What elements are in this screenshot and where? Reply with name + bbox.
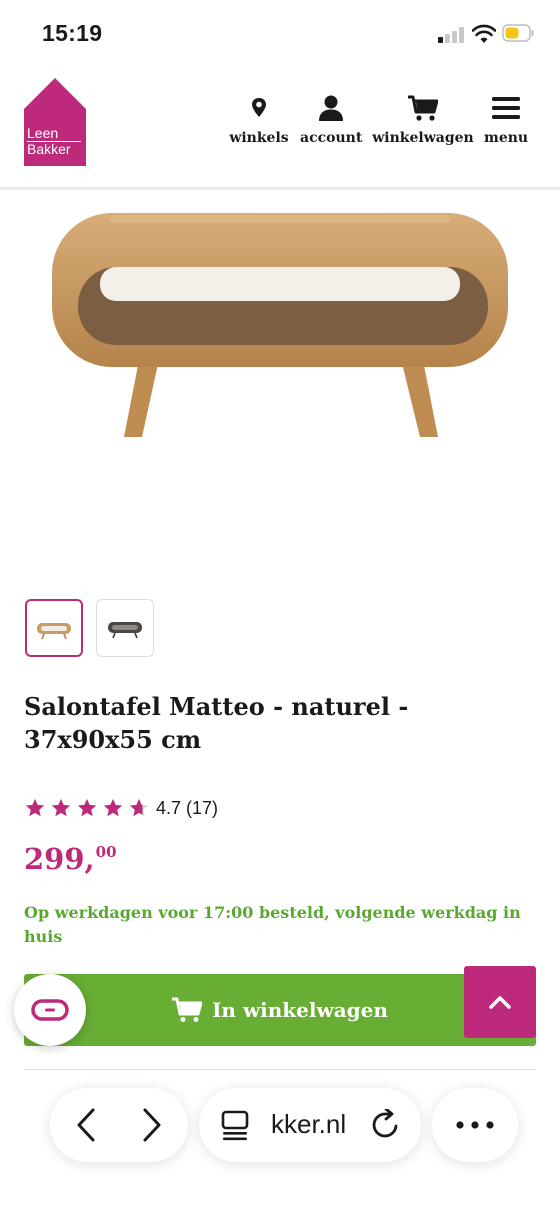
- chevron-left-icon: [77, 1108, 95, 1142]
- chat-widget-button[interactable]: [14, 974, 86, 1046]
- thumbnail-image: [37, 623, 71, 640]
- signal-strength-icon: [438, 27, 466, 43]
- product-price: 299,00: [24, 842, 117, 876]
- chevron-up-icon: [489, 996, 511, 1009]
- chevron-right-icon: [143, 1108, 161, 1142]
- star-icon: [25, 798, 45, 817]
- browser-forward-button[interactable]: [128, 1102, 176, 1148]
- star-icon: [51, 798, 71, 817]
- logo-text-leen: Leen: [27, 125, 59, 141]
- thumbnail-donker[interactable]: [96, 599, 154, 657]
- status-bar: 15:19: [0, 0, 560, 66]
- price-euros: 299,: [24, 842, 95, 876]
- more-options-button[interactable]: [448, 1108, 502, 1142]
- delivery-info: Op werkdagen voor 17:00 besteld, volgend…: [24, 903, 521, 946]
- rating-text: 4.7 (17): [156, 797, 219, 818]
- battery-icon: [502, 24, 534, 42]
- thumbnail-naturel[interactable]: [25, 599, 83, 657]
- site-header: Leen Bakker winkels account winkelwagen: [0, 66, 560, 188]
- add-to-cart-label: In winkelwagen: [212, 998, 388, 1022]
- nav-label: winkelwagen: [372, 130, 474, 146]
- browser-nav-controls: [50, 1088, 188, 1162]
- nav-label: winkels: [229, 130, 289, 146]
- hamburger-menu-icon: [492, 97, 520, 119]
- cart-icon: [172, 997, 203, 1022]
- browser-more-controls: [432, 1088, 518, 1162]
- wifi-icon: [472, 24, 496, 43]
- star-icon: [103, 798, 123, 817]
- cart-icon: [408, 95, 438, 121]
- leen-bakker-logo[interactable]: Leen Bakker: [24, 78, 86, 166]
- status-time: 15:19: [42, 20, 103, 46]
- logo-text-bakker: Bakker: [27, 141, 81, 157]
- rating-stars: [24, 797, 150, 819]
- price-cents: 00: [95, 843, 117, 861]
- nav-label: account: [300, 130, 363, 146]
- url-text: kker.nl: [271, 1109, 347, 1139]
- star-partial-icon: [129, 798, 149, 817]
- nav-label: menu: [484, 130, 529, 146]
- nav-account[interactable]: account: [300, 94, 362, 146]
- location-pin-icon: [252, 98, 266, 117]
- thumbnail-image: [108, 622, 142, 639]
- header-divider: [0, 187, 560, 190]
- star-icon: [77, 798, 97, 817]
- reload-icon: [372, 1109, 398, 1138]
- product-title: Salontafel Matteo - naturel - 37x90x55 c…: [24, 692, 409, 754]
- add-to-cart-button[interactable]: In winkelwagen: [24, 974, 536, 1046]
- ellipsis-icon: [456, 1121, 494, 1129]
- nav-winkelwagen[interactable]: winkelwagen: [372, 94, 474, 146]
- reader-mode-button[interactable]: [217, 1108, 253, 1142]
- product-image: [52, 213, 508, 437]
- reload-button[interactable]: [367, 1107, 403, 1143]
- nav-winkels[interactable]: winkels: [229, 94, 289, 146]
- user-icon: [319, 95, 343, 121]
- product-rating[interactable]: 4.7 (17): [24, 796, 218, 820]
- chat-link-icon: [31, 999, 69, 1021]
- browser-address-bar[interactable]: kker.nl: [199, 1088, 421, 1162]
- nav-menu[interactable]: menu: [484, 94, 528, 146]
- content-divider: [24, 1069, 536, 1070]
- page-format-icon: [221, 1110, 249, 1141]
- browser-back-button[interactable]: [62, 1102, 110, 1148]
- scroll-to-top-button[interactable]: [464, 966, 536, 1038]
